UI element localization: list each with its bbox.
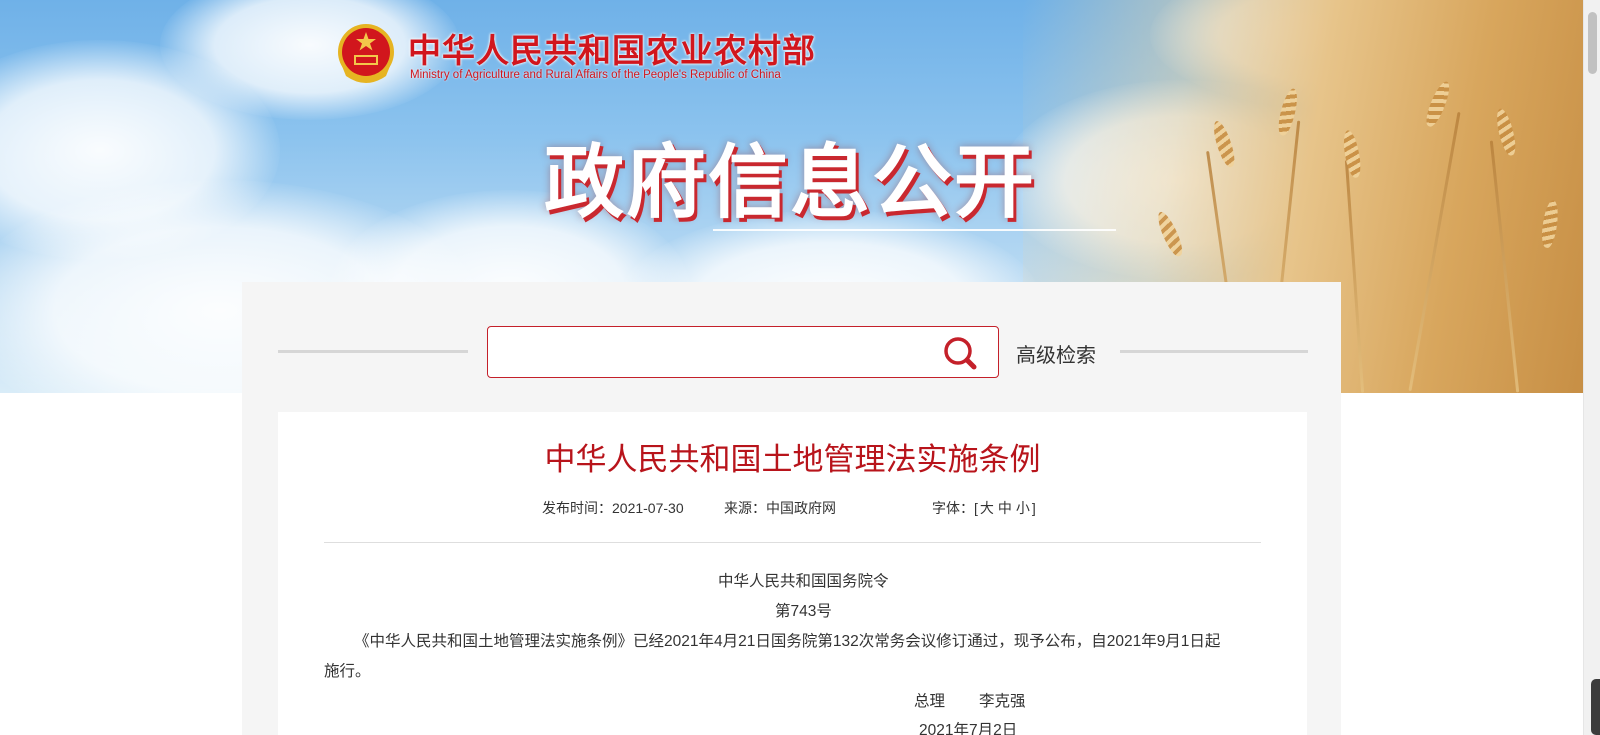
body-paragraph-line2: 施行。 [324, 663, 371, 680]
title-underline [713, 229, 1116, 231]
font-size-selector: 字体：[大中小] [932, 498, 1036, 518]
site-title[interactable]: 中华人民共和国农业农村部 [408, 24, 816, 72]
order-issuer: 中华人民共和国国务院令 [718, 573, 889, 590]
national-emblem-icon [338, 24, 394, 83]
article-source: 来源：中国政府网 [724, 500, 836, 516]
font-size-small[interactable]: 小 [1016, 500, 1030, 516]
advanced-search-link[interactable]: 高级检索 [1016, 339, 1096, 368]
font-size-prefix: 字体：[ [932, 500, 978, 516]
signature-title: 总理 [914, 693, 946, 710]
floating-side-tab[interactable] [1591, 679, 1600, 735]
section-title: 政府信息公开 [544, 135, 1036, 229]
font-size-suffix: ] [1031, 500, 1036, 516]
sign-date: 2021年7月2日 [919, 722, 1018, 735]
body-paragraph-line1: 《中华人民共和国土地管理法实施条例》已经2021年4月21日国务院第132次常务… [354, 633, 1221, 650]
order-number: 第743号 [775, 603, 832, 620]
page: 中华人民共和国农业农村部 Ministry of Agriculture and… [0, 0, 1600, 735]
article-divider [324, 542, 1261, 543]
publish-date: 发布时间：2021-07-30 [542, 500, 684, 516]
vertical-scrollbar[interactable] [1583, 0, 1600, 735]
search-icon[interactable] [942, 335, 980, 371]
search-input[interactable] [498, 335, 918, 369]
site-subtitle: Ministry of Agriculture and Rural Affair… [410, 69, 781, 81]
scrollbar-thumb[interactable] [1588, 12, 1597, 74]
signature-name: 李克强 [979, 693, 1026, 710]
article-title: 中华人民共和国土地管理法实施条例 [544, 442, 1041, 478]
search-divider-right [1120, 350, 1308, 353]
font-size-large[interactable]: 大 [980, 500, 994, 516]
article-card: 中华人民共和国土地管理法实施条例 发布时间：2021-07-30 来源：中国政府… [278, 412, 1307, 735]
font-size-medium[interactable]: 中 [998, 500, 1012, 516]
search-divider-left [278, 350, 468, 353]
search-box [487, 326, 999, 378]
